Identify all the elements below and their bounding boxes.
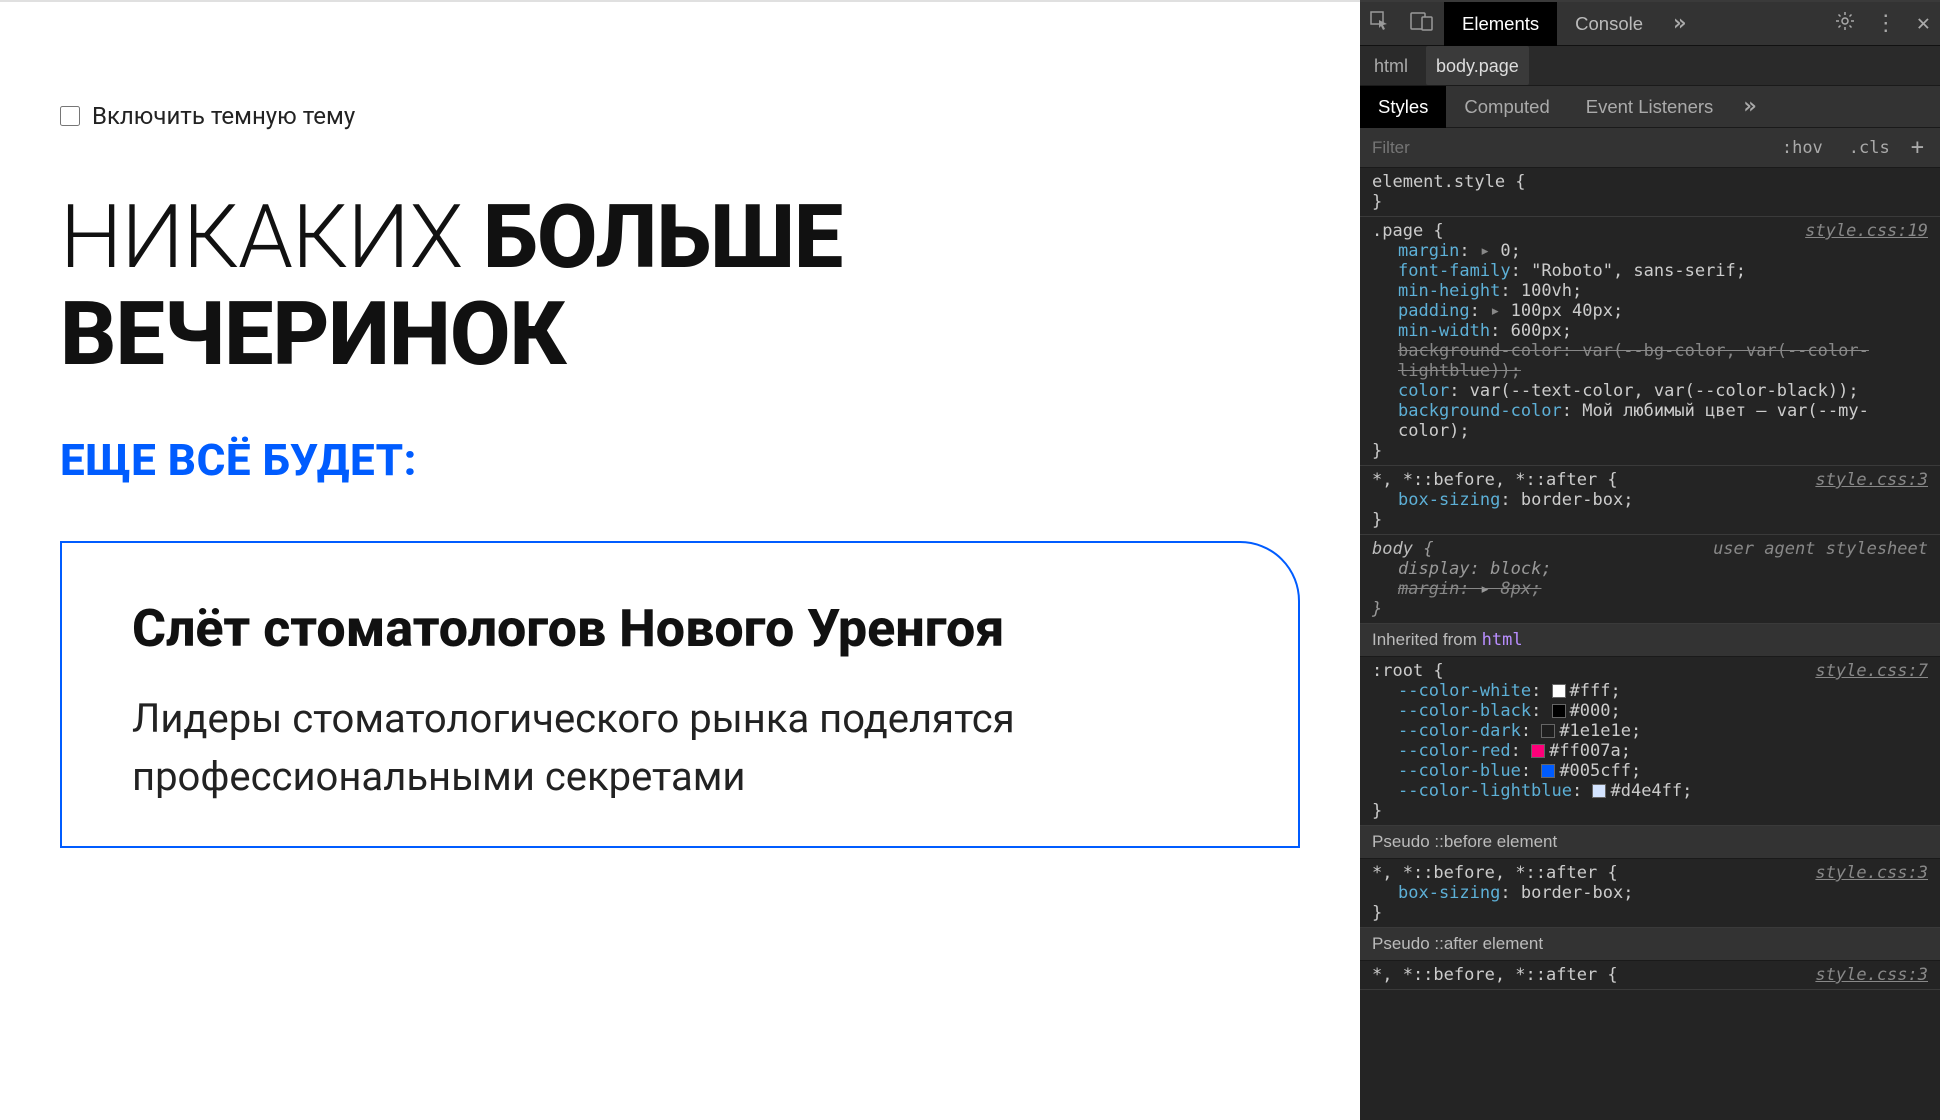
- dark-theme-label: Включить темную тему: [92, 102, 355, 130]
- subtabs-overflow-icon[interactable]: »: [1731, 94, 1768, 119]
- theme-toggle: Включить темную тему: [60, 102, 1300, 130]
- breadcrumb-html[interactable]: html: [1374, 46, 1408, 85]
- subheadline: ЕЩЕ ВСЁ БУДЕТ:: [60, 434, 1300, 486]
- dom-breadcrumb: html body.page: [1360, 46, 1940, 86]
- source-link[interactable]: style.css:19: [1805, 221, 1928, 241]
- tab-console[interactable]: Console: [1557, 2, 1661, 46]
- rule-root[interactable]: :root { style.css:7 --color-white: #fff;…: [1360, 657, 1940, 826]
- css-rules: element.style { } .page { style.css:19 m…: [1360, 168, 1940, 1120]
- source-link[interactable]: style.css:3: [1815, 863, 1928, 883]
- device-toggle-icon[interactable]: [1400, 11, 1444, 36]
- rule-universal-2[interactable]: *, *::before, *::after { style.css:3 box…: [1360, 859, 1940, 928]
- tabs-overflow-icon[interactable]: »: [1661, 11, 1698, 36]
- gear-icon[interactable]: [1825, 11, 1865, 37]
- styles-filter-input[interactable]: [1372, 138, 1765, 158]
- event-card: Слёт стоматологов Нового Уренгоя Лидеры …: [60, 541, 1300, 848]
- rule-element-style[interactable]: element.style { }: [1360, 168, 1940, 217]
- card-body: Лидеры стоматологического рынка поделятс…: [132, 690, 1228, 806]
- card-title: Слёт стоматологов Нового Уренгоя: [132, 598, 1228, 660]
- inspect-icon[interactable]: [1360, 11, 1400, 36]
- close-icon[interactable]: ✕: [1907, 11, 1940, 36]
- devtools-panel: Elements Console » ⋮ ✕ html body.page St…: [1360, 0, 1940, 1120]
- devtools-topbar: Elements Console » ⋮ ✕: [1360, 2, 1940, 46]
- dark-theme-checkbox[interactable]: [60, 106, 80, 126]
- new-style-rule-icon[interactable]: +: [1907, 135, 1928, 160]
- styles-subtabs: Styles Computed Event Listeners »: [1360, 86, 1940, 128]
- breadcrumb-body[interactable]: body.page: [1426, 46, 1529, 85]
- hov-toggle[interactable]: :hov: [1773, 135, 1832, 161]
- headline-thin: НИКАКИХ: [60, 186, 483, 289]
- pseudo-before-header: Pseudo ::before element: [1360, 826, 1940, 859]
- rendered-page: Включить темную тему НИКАКИХ БОЛЬШЕ ВЕЧЕ…: [0, 0, 1360, 1120]
- kebab-menu-icon[interactable]: ⋮: [1865, 11, 1907, 36]
- source-link[interactable]: style.css:3: [1815, 965, 1928, 985]
- rule-body-ua[interactable]: body { user agent stylesheet display: bl…: [1360, 535, 1940, 624]
- source-link[interactable]: style.css:7: [1815, 661, 1928, 681]
- styles-filter-bar: :hov .cls +: [1360, 128, 1940, 168]
- subtab-computed[interactable]: Computed: [1446, 86, 1567, 128]
- subtab-event-listeners[interactable]: Event Listeners: [1568, 86, 1732, 128]
- rule-universal-1[interactable]: *, *::before, *::after { style.css:3 box…: [1360, 466, 1940, 535]
- rule-universal-3[interactable]: *, *::before, *::after { style.css:3: [1360, 961, 1940, 990]
- inherited-from-header: Inherited from html: [1360, 624, 1940, 657]
- source-link[interactable]: style.css:3: [1815, 470, 1928, 490]
- cls-toggle[interactable]: .cls: [1840, 135, 1899, 161]
- pseudo-after-header: Pseudo ::after element: [1360, 928, 1940, 961]
- tab-elements[interactable]: Elements: [1444, 2, 1557, 46]
- subtab-styles[interactable]: Styles: [1360, 86, 1446, 128]
- headline: НИКАКИХ БОЛЬШЕ ВЕЧЕРИНОК: [60, 190, 1300, 384]
- rule-page[interactable]: .page { style.css:19 margin: ▸ 0;font-fa…: [1360, 217, 1940, 466]
